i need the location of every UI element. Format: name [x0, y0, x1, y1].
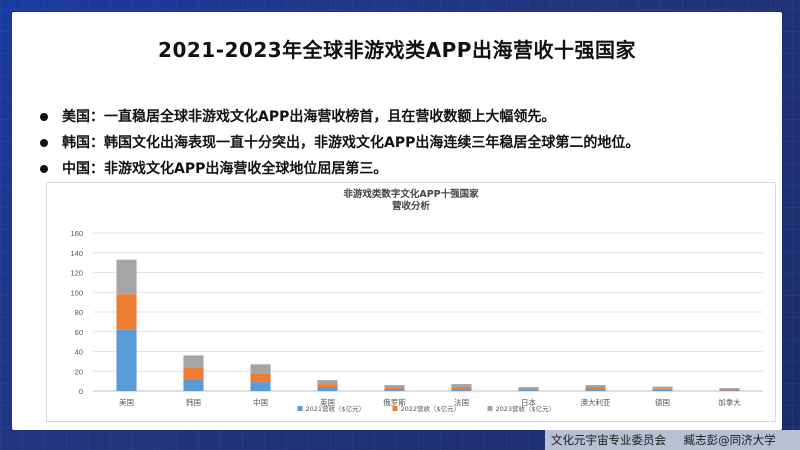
x-tick-label: 韩国 [186, 397, 201, 407]
bar-segment [451, 384, 472, 388]
y-tick-label: 20 [75, 367, 83, 376]
bar-segment [518, 390, 539, 391]
y-tick-label: 160 [70, 229, 83, 238]
bar-segment [719, 388, 740, 390]
bar-segment [451, 387, 472, 390]
y-tick-label: 60 [75, 328, 83, 337]
bar-segment [518, 387, 539, 390]
bullet-item: 美国：一直稳居全球非游戏文化APP出海营收榜首，且在营收数额上大幅领先。 [40, 104, 780, 130]
bar-segment [652, 388, 673, 390]
bar-segment [451, 389, 472, 391]
bar-segment [384, 387, 405, 390]
bullet-text: 韩国：韩国文化出海表现一直十分突出，非游戏文化APP出海连续三年稳居全球第二的地… [62, 135, 640, 151]
bar-segment [317, 384, 338, 388]
footer-author: 臧志彭@同济大学 [683, 433, 776, 447]
slide: 2021-2023年全球非游戏类APP出海营收十强国家 美国：一直稳居全球非游戏… [12, 12, 782, 430]
bar-segment [116, 294, 137, 330]
bar-segment [317, 387, 338, 391]
bar-segment [183, 355, 204, 368]
bullet-item: 中国：非游戏文化APP出海营收全球地位屈居第三。 [40, 156, 780, 182]
y-tick-label: 120 [70, 269, 83, 278]
x-tick-label: 加拿大 [718, 397, 741, 407]
footer-org: 文化元宇宙专业委员会 [551, 433, 666, 447]
y-tick-label: 100 [70, 288, 83, 297]
legend-label: 2023营收（$亿元） [496, 404, 556, 413]
bar-segment [585, 387, 606, 390]
bar-segment [652, 386, 673, 389]
bullet-text: 中国：非游戏文化APP出海营收全球地位屈居第三。 [62, 161, 388, 177]
x-tick-label: 澳大利亚 [581, 397, 611, 407]
bar-segment [518, 389, 539, 391]
bar-segment [250, 364, 271, 374]
bar-segment [719, 389, 740, 391]
bar-segment [317, 380, 338, 385]
slide-title: 2021-2023年全球非游戏类APP出海营收十强国家 [158, 38, 636, 62]
bar-segment [250, 373, 271, 383]
chart-container: 非游戏类数字文化APP十强国家 营收分析 0 20 40 60 80 100 120 140 1… [46, 182, 776, 422]
y-tick-label: 0 [79, 387, 83, 396]
bullet-dot [40, 113, 48, 121]
bullet-list: 美国：一直稳居全球非游戏文化APP出海营收榜首，且在营收数额上大幅领先。 韩国：… [40, 104, 780, 182]
bar-segment [384, 389, 405, 391]
legend-swatch [487, 406, 493, 411]
y-tick-label: 40 [75, 348, 83, 357]
legend-label: 2021营收（$亿元） [306, 404, 366, 413]
bar-segment [652, 389, 673, 391]
legend-label: 2022营收（$亿元） [401, 404, 461, 413]
bullet-dot [40, 139, 48, 147]
bar-segment [585, 389, 606, 391]
bar-segment [116, 259, 137, 295]
bullet-text: 美国：一直稳居全球非游戏文化APP出海营收榜首，且在营收数额上大幅领先。 [62, 109, 556, 125]
bar-segment [250, 382, 271, 391]
x-tick-label: 美国 [119, 397, 134, 407]
bar-chart: 020406080100120140160美国 韩国 中国 英国 俄罗斯 法国 日本 澳大利亚… [70, 229, 763, 413]
bar-segment [585, 385, 606, 388]
x-tick-label: 德国 [655, 397, 670, 407]
bar-segment [183, 379, 204, 391]
legend-swatch [392, 406, 398, 411]
bullet-dot [40, 165, 48, 173]
y-tick-label: 80 [75, 308, 83, 317]
x-tick-label: 中国 [253, 397, 268, 407]
footer-bar: 文化元宇宙专业委员会 臧志彭@同济大学 [545, 430, 800, 450]
bar-segment [384, 385, 405, 388]
y-tick-label: 140 [70, 249, 83, 258]
legend-swatch [297, 406, 303, 411]
bar-segment [116, 329, 137, 391]
bullet-item: 韩国：韩国文化出海表现一直十分突出，非游戏文化APP出海连续三年稳居全球第二的地… [40, 130, 780, 156]
bar-segment [183, 367, 204, 380]
